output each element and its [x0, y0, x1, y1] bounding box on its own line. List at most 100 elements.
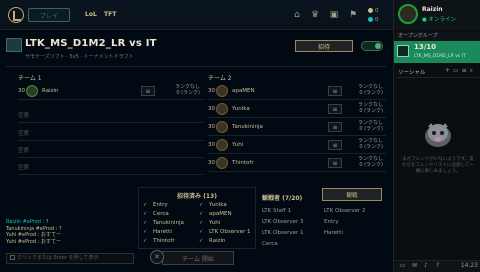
player-level: 30 [208, 142, 215, 148]
invited-item: ✓ Yunika [199, 202, 227, 208]
nav-lol[interactable]: LoL [85, 11, 97, 18]
invited-item: ✓ LTK Observer 1 [199, 229, 251, 235]
check-icon: ✓ [199, 202, 204, 208]
invited-item: ✓ Cerca [143, 211, 169, 217]
invited-item: ✓ Yuhi [199, 220, 221, 226]
profile-card[interactable]: Raizin ● オンライン [394, 0, 480, 30]
player-level: 30 [18, 88, 25, 94]
avatar [398, 4, 418, 24]
home-icon[interactable]: ⌂ [291, 9, 303, 21]
player-rank: ランクなし 0 (ランク) [357, 102, 383, 114]
player-name: Yuhi [232, 142, 244, 148]
mission-icon[interactable]: ✉ [412, 262, 417, 269]
role-icon: ≡ [328, 122, 342, 132]
group-header: オープングループ [394, 32, 480, 41]
team2-slot-5[interactable]: 30 Thintofr ≡ ランクなし 0 (ランク) [208, 156, 386, 172]
observer-item: Entry [324, 219, 339, 225]
chat-bubble-icon [10, 255, 15, 260]
league-logo-icon[interactable] [8, 7, 24, 23]
team2-slot-3[interactable]: 30 Tanukininja ≡ ランクなし 0 (ランク) [208, 120, 386, 136]
riot-points-counter: 0 [368, 17, 379, 23]
top-navigation: プレイ LoL TFT ⌂ ♛ ▣ ⚑ 0 0 [0, 0, 393, 30]
divider [396, 77, 479, 78]
role-select-icon[interactable]: ≡ [141, 86, 155, 96]
invited-item: ✓ Thintofr [143, 238, 175, 244]
check-icon: ✓ [143, 220, 148, 226]
group-card[interactable]: 13/10 LTK_MS_D1M2_LR vs IT [394, 41, 480, 63]
team2-slot-2[interactable]: 30 Yunika ≡ ランクなし 0 (ランク) [208, 102, 386, 118]
play-button[interactable]: プレイ [28, 8, 70, 22]
team2-slot-1[interactable]: 30 apaMEN ≡ ランクなし 0 (ランク) [208, 84, 386, 100]
empty-slot: 空席 [18, 148, 30, 154]
invited-panel: 招待済み (13) ✓ Entry ✓ Cerca ✓ Tanukininja ✓ Ha… [138, 187, 256, 249]
spectate-button[interactable]: 観戦 [322, 188, 382, 201]
check-icon: ✓ [143, 202, 148, 208]
group-icon [397, 45, 409, 57]
team1-slot-4[interactable]: 空席 [18, 142, 204, 158]
custom-game-icon [6, 38, 22, 52]
add-friend-icon[interactable]: + [445, 67, 453, 74]
player-name: apaMEN [232, 88, 255, 94]
player-rank: ランクなし 0 (ランク) [357, 120, 383, 132]
player-name: Tanukininja [232, 124, 263, 130]
observer-item: LTK Observer 1 [262, 230, 304, 236]
player-name: Thintofr [232, 160, 254, 166]
folder-icon[interactable]: ▭ [453, 67, 462, 74]
observer-item: LTK Observer 2 [324, 208, 366, 214]
player-rank: ランクなし 0 (ランク) [357, 84, 383, 96]
collection-icon[interactable]: ♛ [309, 9, 321, 21]
observer-item: Haretti [324, 230, 343, 236]
team1-slot-2[interactable]: 空席 [18, 107, 204, 123]
check-icon: ✓ [143, 229, 148, 235]
chat-line: Yuhi #eProd : おすてー [6, 238, 62, 245]
search-icon[interactable]: ⌕ [470, 67, 476, 74]
store-icon[interactable]: ⚑ [347, 9, 359, 21]
profile-name: Raizin [422, 6, 443, 13]
close-lobby-icon[interactable]: ✕ [150, 250, 164, 264]
start-game-button[interactable]: チーム 開始 [162, 251, 234, 265]
player-rank: ランクなし 0 (ランク) [174, 84, 200, 96]
player-avatar [216, 139, 228, 151]
player-rank: ランクなし 0 (ランク) [357, 156, 383, 168]
sort-icon[interactable]: ≡ [462, 67, 470, 74]
player-name: Yunika [232, 106, 250, 112]
team1-slot-1[interactable]: 30 Raizin ≡ ランクなし 0 (ランク) [18, 84, 204, 100]
team1-slot-3[interactable]: 空席 [18, 125, 204, 141]
check-icon: ✓ [199, 229, 204, 235]
currency-dot-icon [368, 8, 373, 13]
blue-essence-counter: 0 [368, 8, 379, 14]
check-icon: ✓ [199, 211, 204, 217]
lobby-subtitle: サモナーズリフト · 5v5 · トーナメントドラフト [25, 54, 134, 60]
empty-slot: 空席 [18, 165, 30, 171]
slot-row [18, 125, 204, 141]
invite-button[interactable]: 招待 [295, 40, 353, 52]
empty-slot: 空席 [18, 113, 30, 119]
team2-label: チーム 2 [208, 75, 232, 82]
chat-icon[interactable]: ▭ [400, 262, 406, 269]
mic-icon[interactable]: ♪ [424, 262, 428, 269]
observer-item: LTK Observer 3 [262, 219, 304, 225]
slot-row [18, 142, 204, 158]
role-icon: ≡ [328, 86, 342, 96]
slot-row [18, 107, 204, 123]
team2-slot-4[interactable]: 30 Yuhi ≡ ランクなし 0 (ランク) [208, 138, 386, 154]
role-icon: ≡ [328, 158, 342, 168]
loot-icon[interactable]: ▣ [328, 9, 340, 21]
check-icon: ✓ [199, 238, 204, 244]
nav-tft[interactable]: TFT [104, 11, 116, 18]
observer-item: Cerca [262, 241, 278, 247]
invited-item: ✓ Entry [143, 202, 168, 208]
help-icon[interactable]: ? [436, 262, 439, 269]
role-icon: ≡ [328, 104, 342, 114]
invited-item: ✓ Raizin [199, 238, 226, 244]
group-subtitle: LTK_MS_D1M2_LR vs IT [414, 54, 466, 59]
player-avatar [216, 157, 228, 169]
chat-log: Raizin #eProd : ? Tanukininja #eProd : ?… [6, 219, 136, 245]
team1-slot-5[interactable]: 空席 [18, 159, 204, 175]
invited-item: ✓ Tanukininja [143, 220, 184, 226]
lobby-toggle[interactable] [361, 41, 383, 51]
check-icon: ✓ [143, 238, 148, 244]
chat-input[interactable]: クリックまたは Enter を押して表示 [6, 253, 134, 264]
invited-item: ✓ Haretti [143, 229, 172, 235]
currency-dot-icon [368, 17, 373, 22]
